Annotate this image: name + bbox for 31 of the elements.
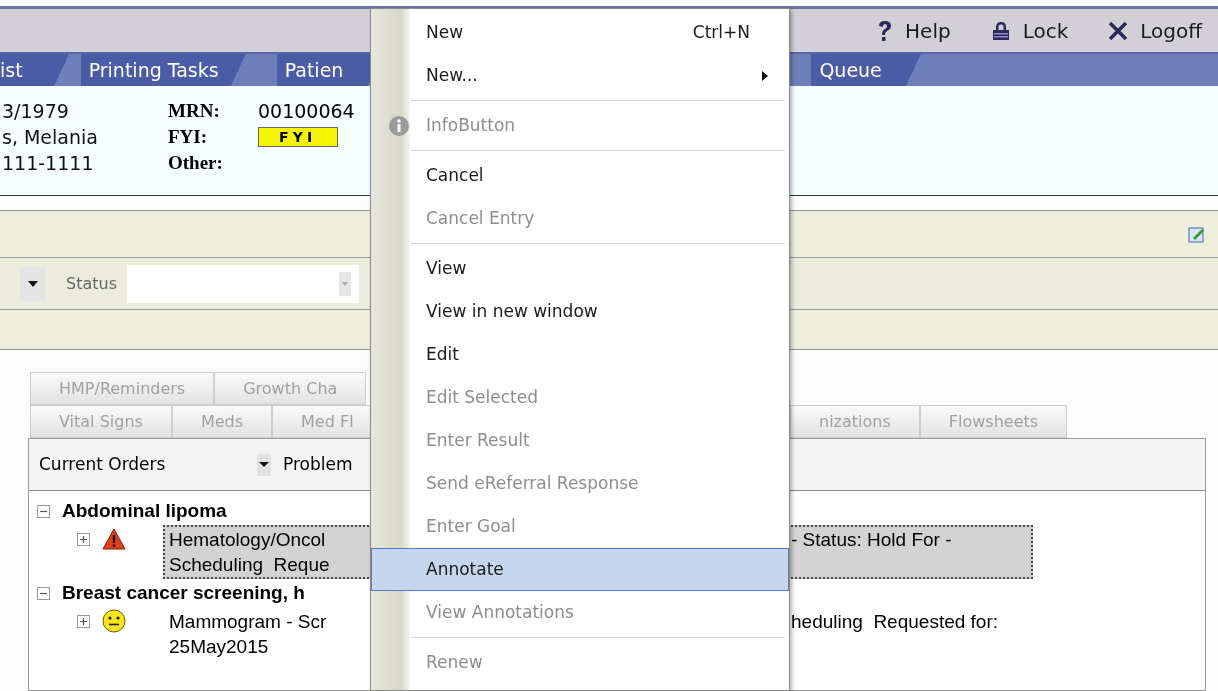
menu-item-label: Renew <box>426 650 484 674</box>
menu-item-label: Cancel <box>426 163 485 187</box>
menu-item-label: Send eReferral Response <box>426 471 640 495</box>
field-label: MRN: <box>168 99 221 123</box>
patient-detail: s, Melania <box>2 125 99 150</box>
order-text: heduling Requested for: <box>791 610 999 634</box>
menu-item-label: Edit <box>426 342 460 366</box>
field-label: Other: <box>168 151 224 175</box>
problem-label: Problem <box>283 452 353 476</box>
field-value: 00100064 <box>258 99 355 124</box>
menu-item-label: New <box>426 20 465 44</box>
menu-item-label: Edit Selected <box>426 385 540 409</box>
order-text: 25May2015 <box>169 635 269 659</box>
patient-detail: 111-1111 <box>2 151 95 176</box>
order-text: Hematology/Oncol <box>169 528 326 552</box>
shortcut-label: Ctrl+N <box>692 20 750 44</box>
menu-item-label: View <box>426 256 468 280</box>
menu-item-label: View in new window <box>426 299 599 323</box>
menu-item-label: New... <box>426 63 479 87</box>
menu-item-label: Annotate <box>426 557 505 581</box>
patient-detail: 3/1979 <box>2 99 70 124</box>
order-text: - Status: Hold For - <box>791 528 952 552</box>
menu-item-label: InfoButton <box>426 113 517 137</box>
menu-item-label: View Annotations <box>426 600 575 624</box>
status-label: Status <box>66 272 117 295</box>
order-text: Scheduling Reque <box>169 553 330 577</box>
menu-item-label: Cancel Entry <box>426 206 536 230</box>
menu-item-label: Enter Result <box>426 428 531 452</box>
menu-item-label: Enter Goal <box>426 514 517 538</box>
order-text: Mammogram - Scr <box>169 610 327 634</box>
field-label: FYI: <box>168 125 209 149</box>
